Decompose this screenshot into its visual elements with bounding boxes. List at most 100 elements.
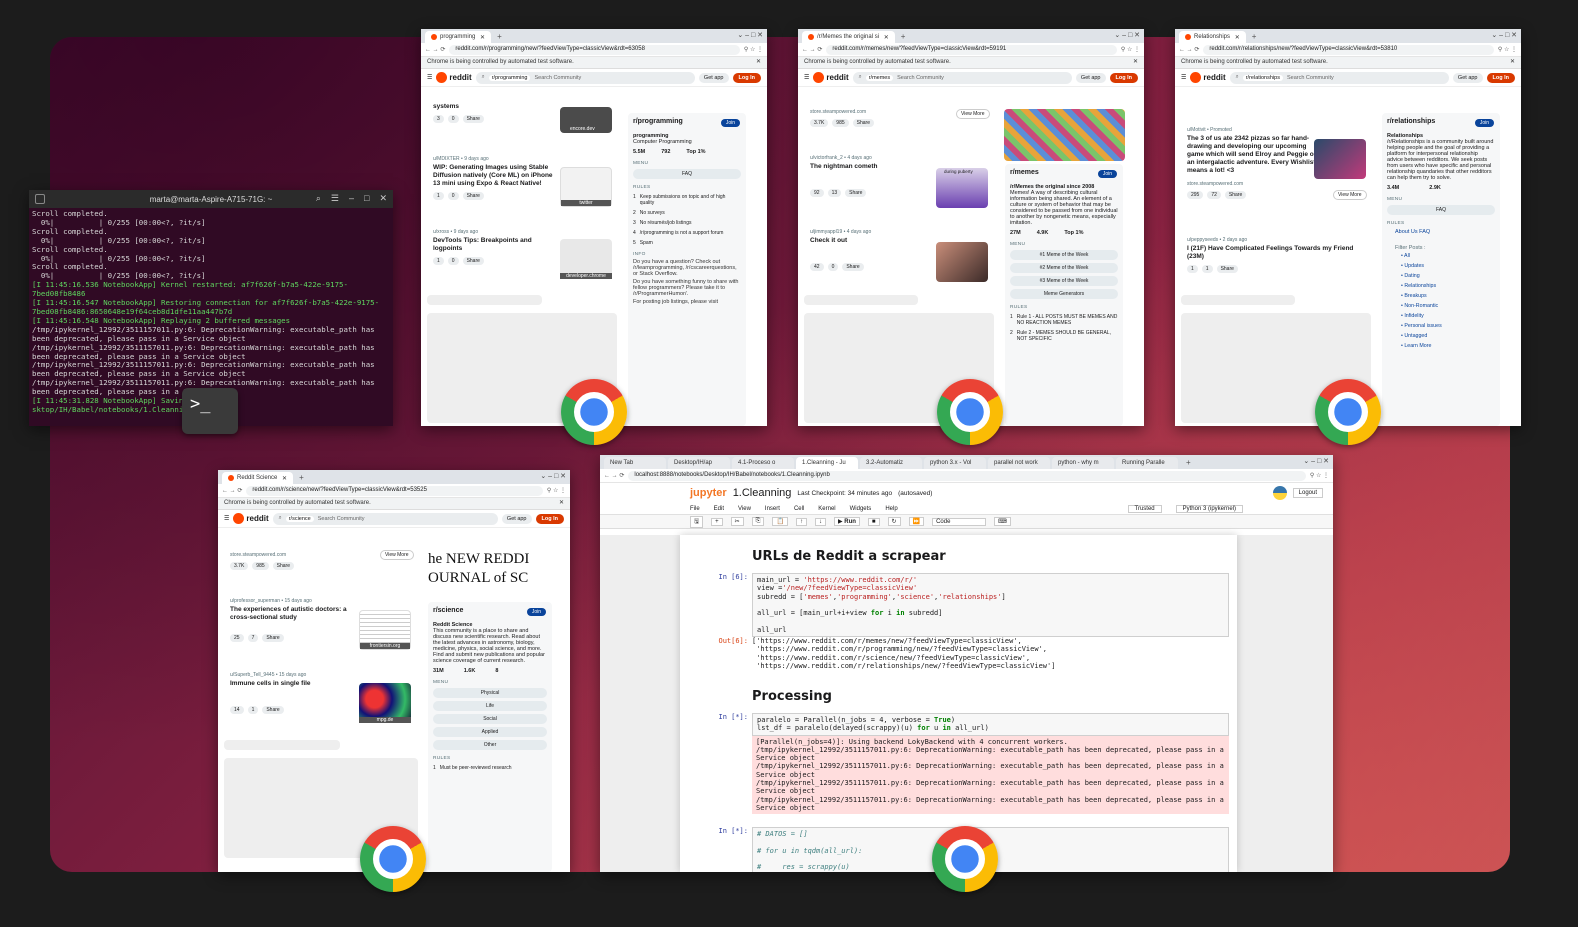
terminal-output[interactable]: Scroll completed. 0%| | 0/255 [00:00<?, … — [29, 208, 393, 417]
tab-memes[interactable]: /r/Memes the original si ✕ — [802, 31, 895, 43]
logout-button[interactable]: Logout — [1292, 488, 1323, 498]
hamburger-icon[interactable]: ☰ — [224, 515, 229, 522]
search-input[interactable]: ⌕ r/relationships Search Community — [1229, 71, 1449, 84]
close-icon[interactable]: ✕ — [559, 499, 564, 506]
list-item[interactable]: u/victorfrank_2 • 4 days ago The nightma… — [810, 155, 940, 197]
get-app-button[interactable]: Get app — [501, 513, 532, 524]
chrome-app-icon[interactable] — [937, 379, 1003, 445]
post-thumbnail[interactable]: twitter — [560, 167, 612, 207]
search-input[interactable]: ⌕ r/memes Search Community — [852, 71, 1072, 84]
filter-link[interactable]: • Learn More — [1401, 341, 1495, 351]
get-app-button[interactable]: Get app — [1452, 72, 1483, 83]
tab-relationships[interactable]: Relationships ✕ — [1179, 31, 1246, 43]
join-button[interactable]: Join — [1097, 170, 1117, 178]
browser-tab[interactable]: 3.2-Automatiz — [860, 457, 922, 469]
get-app-button[interactable]: Get app — [698, 72, 729, 83]
menu-insert[interactable]: Insert — [765, 506, 780, 512]
move-up-icon[interactable]: ↑ — [795, 517, 807, 526]
code-cell[interactable]: In [*]: paralelo = Parallel(n_jobs = 4, … — [688, 713, 1229, 815]
tab-programming[interactable]: programming ✕ — [425, 31, 492, 43]
new-tab-button[interactable]: + — [1180, 458, 1197, 469]
browser-tab[interactable]: Desktop/IH/ap — [668, 457, 730, 469]
rule-item[interactable]: 1 Keep submissions on topic and of high q… — [633, 194, 741, 206]
browser-tab[interactable]: 4.1-Proceso o — [732, 457, 794, 469]
notebook-title[interactable]: 1.Cleanning — [733, 487, 792, 499]
address-bar[interactable]: reddit.com/r/relationships/new/?feedView… — [1203, 44, 1494, 55]
filter-link[interactable]: • Non-Romantic — [1401, 301, 1495, 311]
stop-icon[interactable]: ■ — [867, 517, 880, 526]
rule-item[interactable]: 1 Rule 1 - ALL POSTS MUST BE MEMES AND NO… — [1010, 314, 1118, 326]
menu-item[interactable]: Social — [433, 714, 547, 724]
close-icon[interactable]: ✕ — [1133, 58, 1138, 65]
rule-item[interactable]: 3 No résumés/job listings — [633, 220, 741, 226]
restart-icon[interactable]: ↻ — [887, 517, 901, 526]
list-item[interactable]: u/xross • 9 days ago DevTools Tips: Brea… — [433, 229, 553, 265]
save-icon[interactable]: 🖫 — [690, 515, 704, 528]
fast-forward-icon[interactable]: ⏩ — [908, 517, 925, 526]
terminal-icon[interactable]: >_ — [182, 388, 238, 434]
menu-widgets[interactable]: Widgets — [850, 506, 872, 512]
browser-window-science[interactable]: Reddit Science ✕ + ⌄ – □ ✕ ← → ⟳ reddit.com… — [218, 470, 570, 872]
browser-tab[interactable]: Running Paralle — [1116, 457, 1178, 469]
search-input[interactable]: ⌕ r/programming Search Community — [475, 71, 695, 84]
join-button[interactable]: Join — [720, 119, 740, 127]
login-button[interactable]: Log In — [732, 72, 761, 83]
search-icon[interactable]: ⌕ — [316, 193, 321, 204]
minimize-icon[interactable]: – — [349, 193, 354, 204]
cell-input[interactable]: main_url = 'https://www.reddit.com/r/' v… — [752, 573, 1229, 638]
add-cell-icon[interactable]: + — [711, 517, 723, 526]
jupyter-logo[interactable]: jupyter — [690, 487, 727, 499]
reddit-logo[interactable]: reddit — [1190, 72, 1226, 83]
rule-item[interactable]: 1 Must be peer-reviewed research — [433, 765, 547, 771]
view-more-button[interactable]: View More — [1333, 190, 1367, 200]
menu-item[interactable]: #3 Meme of the Week — [1010, 276, 1118, 286]
cell-type-select[interactable]: Code — [932, 517, 987, 526]
filter-link[interactable]: • Relationships — [1401, 281, 1495, 291]
close-icon[interactable]: ✕ — [756, 58, 761, 65]
kernel-indicator[interactable]: Python 3 (ipykernel) — [1175, 504, 1243, 513]
join-button[interactable]: Join — [1474, 119, 1494, 127]
hamburger-icon[interactable]: ☰ — [1181, 74, 1186, 81]
reddit-logo[interactable]: reddit — [813, 72, 849, 83]
keyboard-icon[interactable]: ⌨ — [994, 517, 1011, 526]
browser-tab[interactable]: python 3.x - Vol — [924, 457, 986, 469]
address-bar[interactable]: reddit.com/r/science/new/?feedViewType=c… — [246, 485, 543, 496]
menu-item[interactable]: #2 Meme of the Week — [1010, 263, 1118, 273]
join-button[interactable]: Join — [526, 608, 546, 616]
browser-window-programming[interactable]: programming ✕ + ⌄ – □ ✕ ← → ⟳ reddit.com/r/… — [421, 29, 767, 426]
cut-icon[interactable]: ✂ — [730, 517, 744, 526]
view-more-button[interactable]: View More — [956, 109, 990, 119]
view-more-button[interactable]: View More — [380, 550, 414, 560]
about-link[interactable]: About Us FAQ — [1395, 229, 1495, 235]
browser-tab[interactable]: New Tab — [604, 457, 666, 469]
faq-button[interactable]: FAQ — [1387, 205, 1495, 215]
menu-file[interactable]: File — [690, 506, 700, 512]
post-thumbnail[interactable]: during puberty — [936, 168, 988, 208]
menu-item[interactable]: #1 Meme of the Week — [1010, 250, 1118, 260]
list-item[interactable]: u/Superb_Tell_9445 • 15 days ago Immune … — [230, 672, 360, 714]
move-down-icon[interactable]: ↓ — [814, 517, 826, 526]
copy-icon[interactable]: ⎘ — [751, 517, 765, 526]
filter-link[interactable]: • Dating — [1401, 271, 1495, 281]
paste-icon[interactable]: 📋 — [772, 517, 788, 526]
menu-item[interactable]: Meme Generators — [1010, 289, 1118, 299]
menu-item[interactable]: Life — [433, 701, 547, 711]
rule-item[interactable]: 2 Rule 2 - MEMES SHOULD BE GENERAL, NOT S… — [1010, 330, 1118, 342]
list-item[interactable]: u/Motivit • Promoted The 3 of us ate 234… — [1187, 127, 1319, 199]
menu-edit[interactable]: Edit — [714, 506, 724, 512]
list-item[interactable]: u/professor_superman • 15 days ago The e… — [230, 598, 360, 642]
menu-cell[interactable]: Cell — [794, 506, 804, 512]
reddit-logo[interactable]: reddit — [436, 72, 472, 83]
chrome-app-icon[interactable] — [561, 379, 627, 445]
menu-item[interactable]: Other — [433, 740, 547, 750]
menu-view[interactable]: View — [738, 506, 751, 512]
get-app-button[interactable]: Get app — [1075, 72, 1106, 83]
code-cell[interactable]: In [6]: main_url = 'https://www.reddit.c… — [688, 573, 1229, 638]
list-item[interactable]: u/MDIXTER • 9 days ago WIP: Generating I… — [433, 156, 555, 200]
menu-kernel[interactable]: Kernel — [818, 506, 835, 512]
post-thumbnail[interactable]: encore.dev — [560, 107, 612, 133]
browser-tab[interactable]: 1.Cleanning - Ju — [796, 457, 858, 469]
list-item[interactable]: u/jimmyappl19 • 4 days ago Check it out … — [810, 229, 940, 271]
faq-button[interactable]: FAQ — [633, 169, 741, 179]
maximize-icon[interactable]: □ — [364, 193, 369, 204]
